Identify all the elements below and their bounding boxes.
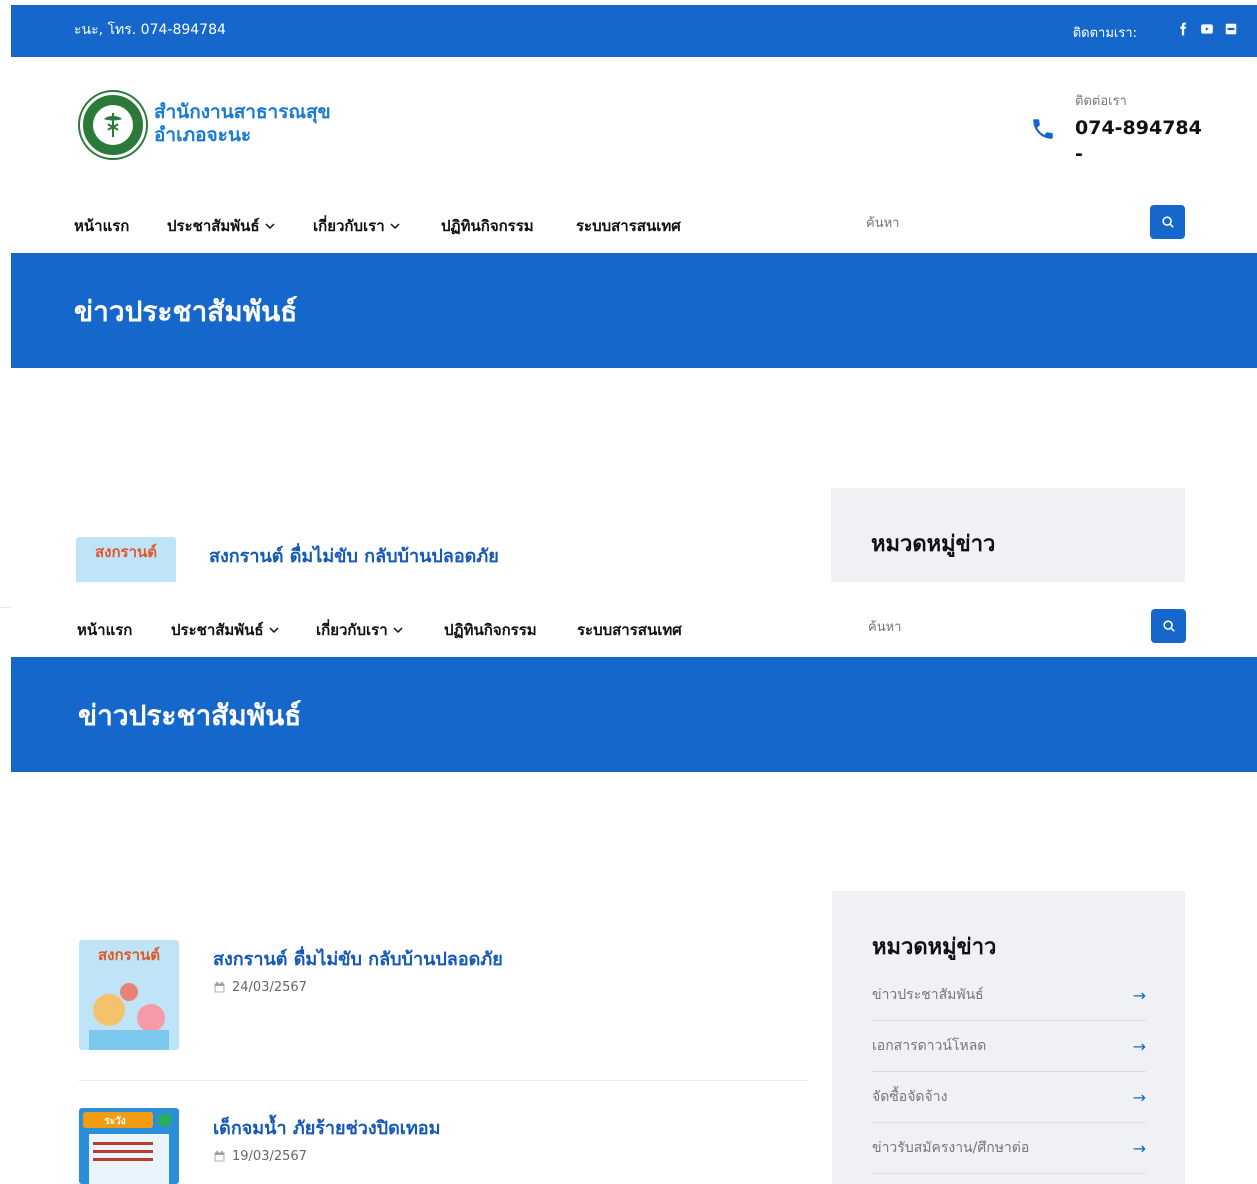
news-thumbnail[interactable]: สงกรานต์ [79,940,179,1050]
arrow-right-icon: → [1132,1087,1146,1107]
category-link[interactable]: จัดซื้อจัดจ้าง → [872,1072,1146,1123]
news-title[interactable]: เด็กจมน้ำ ภัยร้ายช่วงปิดเทอม [213,1113,441,1142]
arrow-right-icon: → [1132,1138,1146,1158]
search-input[interactable] [866,207,1146,239]
songkran-poster-image: สงกรานต์ [76,537,176,582]
page-banner: ข่าวประชาสัมพันธ์ [11,253,1257,368]
news-category-sidebar: หมวดหมู่ข่าว [831,488,1185,582]
main-nav: หน้าแรก ประชาสัมพันธ์ เกี่ยวกับเรา ปฏิทิ… [11,193,1257,253]
news-title[interactable]: สงกรานต์ ดื่มไม่ขับ กลับบ้านปลอดภัย [209,541,499,570]
nav-item-home[interactable]: หน้าแรก [77,618,132,642]
nav-item-about[interactable]: เกี่ยวกับเรา [313,214,400,238]
thumb-title: สงกรานต์ [98,946,160,964]
nav-item-label: หน้าแรก [74,217,130,235]
nav-item-home[interactable]: หน้าแรก [74,214,129,238]
news-date-text: 19/03/2567 [232,1149,307,1164]
news-thumbnail[interactable]: สงกรานต์ [76,537,176,582]
nav-item-label: ระบบสารสนเทศ [577,621,682,639]
nav-item-calendar[interactable]: ปฏิทินกิจกรรม [444,618,537,642]
news-thumbnail[interactable]: ระวัง [79,1108,179,1184]
news-date: 24/03/2567 [213,980,307,995]
nav-item-about[interactable]: เกี่ยวกับเรา [316,618,403,642]
search-button[interactable] [1150,205,1185,239]
nav-item-pr[interactable]: ประชาสัมพันธ์ [171,618,279,642]
search-icon [1161,216,1174,228]
page-title: ข่าวประชาสัมพันธ์ [78,699,302,732]
news-title[interactable]: สงกรานต์ ดื่มไม่ขับ กลับบ้านปลอดภัย [213,944,503,973]
category-link[interactable]: เอกสารดาวน์โหลด → [872,1021,1146,1072]
nav-item-label: เกี่ยวกับเรา [313,217,385,235]
nav-item-info-system[interactable]: ระบบสารสนเทศ [576,214,681,238]
nav-item-info-system[interactable]: ระบบสารสนเทศ [577,618,682,642]
nav-item-label: ระบบสารสนเทศ [576,217,681,235]
nav-item-pr[interactable]: ประชาสัมพันธ์ [167,214,275,238]
chevron-down-icon [390,223,400,230]
chevron-down-icon [393,627,403,634]
nav-item-label: ปฏิทินกิจกรรม [441,217,534,235]
nav-item-label: หน้าแรก [77,621,133,639]
nav-item-label: ประชาสัมพันธ์ [171,621,264,639]
page-title: ข่าวประชาสัมพันธ์ [74,295,298,328]
chevron-down-icon [265,223,275,230]
category-link[interactable]: ข่าวรับสมัครงาน/ศึกษาต่อ → [872,1123,1146,1174]
calendar-icon [214,1150,225,1162]
songkran-poster-image: สงกรานต์ [79,940,179,1050]
main-nav-lower: หน้าแรก ประชาสัมพันธ์ เกี่ยวกับเรา ปฏิทิ… [11,597,1257,657]
sidebar-title: หมวดหมู่ข่าว [872,935,997,960]
news-date-text: 24/03/2567 [232,980,307,995]
search-button[interactable] [1151,609,1186,643]
category-label: ข่าวประชาสัมพันธ์ [872,987,984,1003]
nav-item-label: ปฏิทินกิจกรรม [444,621,537,639]
search-input[interactable] [868,611,1148,643]
thumb-title: สงกรานต์ [95,543,157,561]
drowning-poster-image: ระวัง [79,1108,179,1184]
category-label: จัดซื้อจัดจ้าง [872,1089,948,1105]
category-link[interactable]: ข่าวประชาสัมพันธ์ → [872,970,1146,1021]
nav-item-label: ประชาสัมพันธ์ [167,217,260,235]
category-label: ข่าวรับสมัครงาน/ศึกษาต่อ [872,1140,1030,1156]
search-icon [1162,620,1175,632]
category-label: เอกสารดาวน์โหลด [872,1038,987,1054]
nav-item-label: เกี่ยวกับเรา [316,621,388,639]
arrow-right-icon: → [1132,985,1146,1005]
calendar-icon [214,981,225,993]
news-date: 19/03/2567 [213,1149,307,1164]
news-divider [79,1080,807,1081]
arrow-right-icon: → [1132,1036,1146,1056]
news-category-sidebar: หมวดหมู่ข่าว ข่าวประชาสัมพันธ์ → เอกสารด… [832,891,1185,1184]
page-banner: ข่าวประชาสัมพันธ์ [11,657,1257,772]
thumb-title: ระวัง [104,1115,125,1127]
sidebar-title: หมวดหมู่ข่าว [871,532,996,557]
page-section-upper: หน้าแรก ประชาสัมพันธ์ เกี่ยวกับเรา ปฏิทิ… [0,0,1257,582]
chevron-down-icon [269,627,279,634]
nav-item-calendar[interactable]: ปฏิทินกิจกรรม [441,214,534,238]
